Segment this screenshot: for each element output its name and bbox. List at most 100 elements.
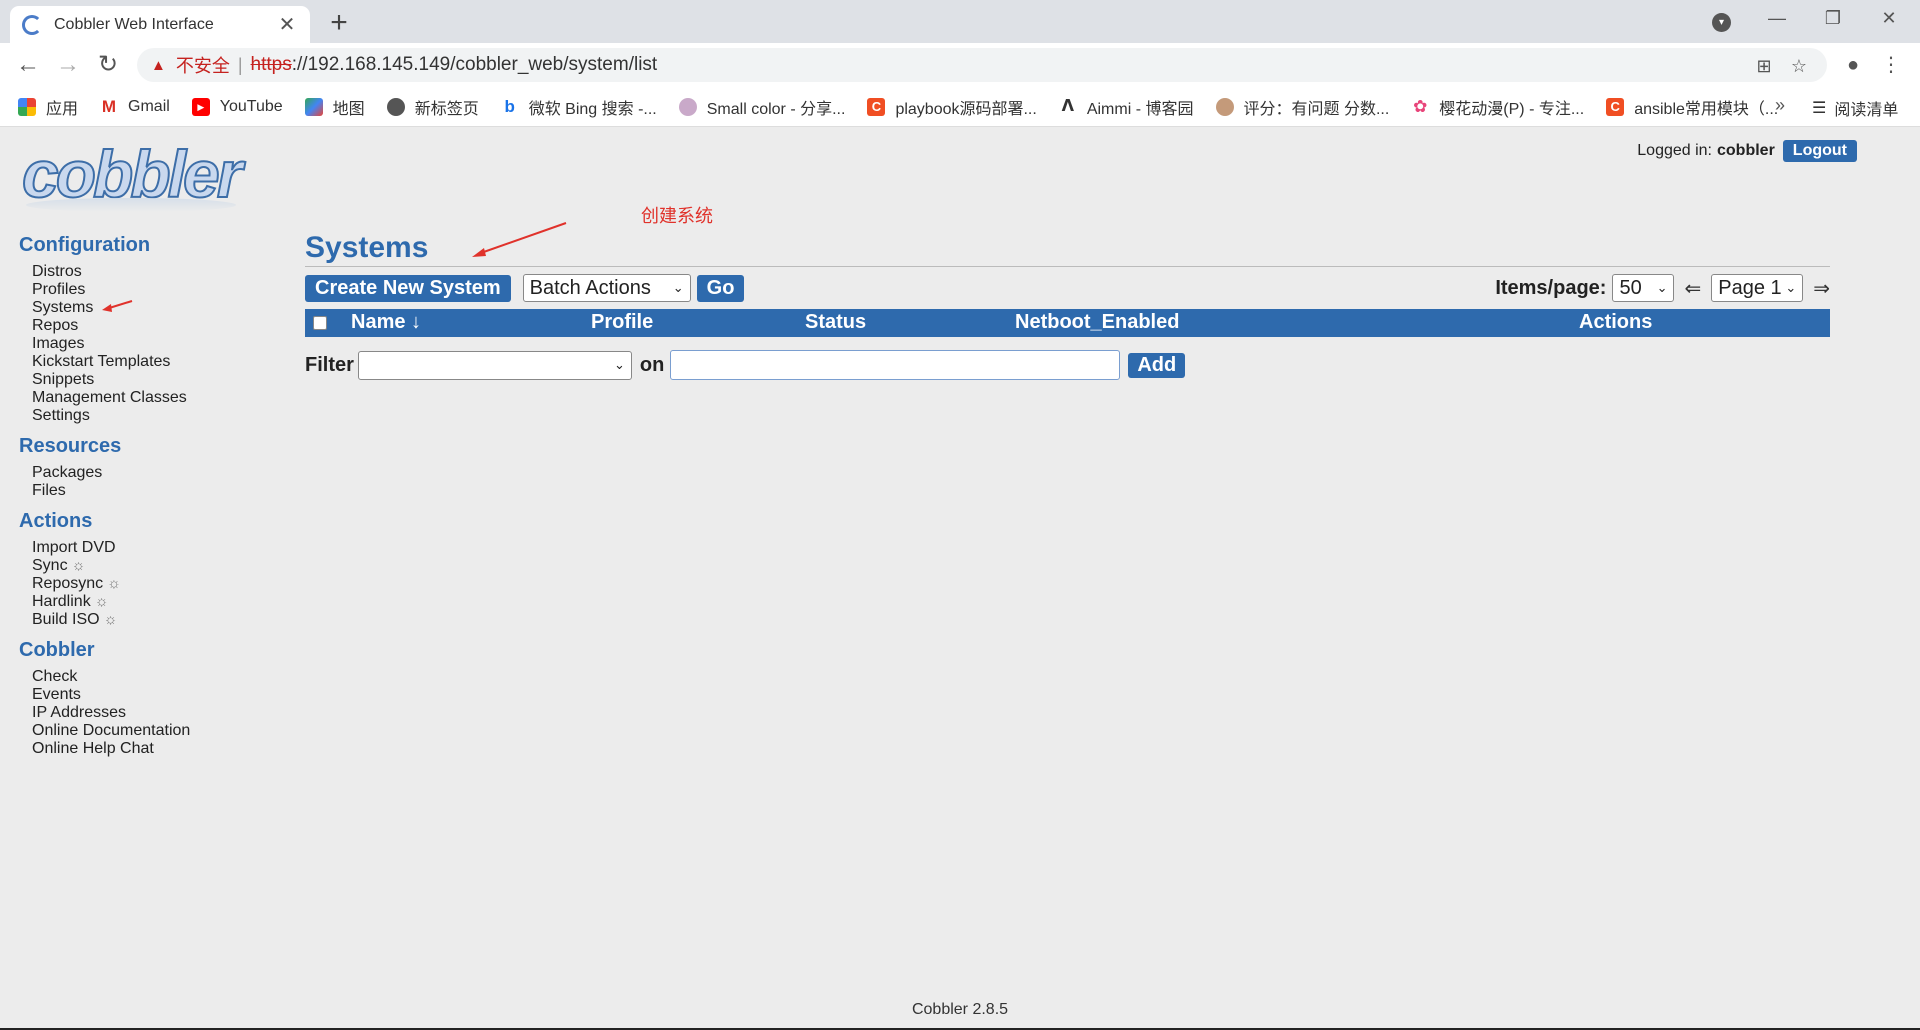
logged-in-label: Logged in: [1637,142,1712,159]
column-netboot-enabled[interactable]: Netboot_Enabled [1015,311,1179,334]
sidebar-item-label: Sync [32,557,68,574]
sidebar-item-hardlink[interactable]: Hardlink ☼ [32,593,269,611]
sidebar-item-check[interactable]: Check [32,668,269,686]
gear-icon: ☼ [94,593,109,610]
tab-title: Cobbler Web Interface [54,15,214,33]
forward-icon[interactable]: → [52,49,84,81]
column-status[interactable]: Status [805,311,866,334]
bookmark-ansible[interactable]: C ansible常用模块（... [1606,95,1778,119]
bookmark-aimmi[interactable]: ᐱ Aimmi - 博客园 [1059,95,1194,119]
bookmark-newtab[interactable]: 新标签页 [386,95,479,119]
menu-icon[interactable]: ⋮ [1875,49,1907,81]
chevron-down-icon: ⌄ [614,357,625,372]
sidebar-item-systems[interactable]: Systems [32,299,269,317]
batch-actions-value: Batch Actions [529,276,651,299]
sidebar-item-management-classes[interactable]: Management Classes [32,389,269,407]
url-scheme: https [250,54,292,75]
action-row: Create New System Batch Actions ⌄ Go Ite… [305,270,1830,306]
bookmark-bing[interactable]: b 微软 Bing 搜索 -... [501,95,657,119]
new-tab-icon[interactable]: + [322,6,356,40]
sidebar-item-online-documentation[interactable]: Online Documentation [32,722,269,740]
apps-grid-icon [18,97,36,116]
bookmark-apps[interactable]: 应用 [18,95,78,119]
bookmark-playbook[interactable]: C playbook源码部署... [867,95,1037,119]
bookmark-gmail[interactable]: M Gmail [100,97,170,116]
bookmark-label: 地图 [332,100,365,118]
next-page-icon[interactable]: ⇒ [1813,276,1830,301]
sidebar-heading-configuration: Configuration [19,234,151,256]
annotation-arrow-icon [472,222,567,257]
bookmark-smallcolor[interactable]: Small color - 分享... [678,95,845,119]
sidebar-item-sync[interactable]: Sync ☼ [32,557,269,575]
go-button[interactable]: Go [696,274,745,302]
logo-reflection [26,198,236,212]
logout-button[interactable]: Logout [1782,140,1857,162]
separator: | [237,54,243,75]
restore-icon[interactable]: ❐ [1813,8,1853,29]
sidebar-heading-resources: Resources [19,435,122,457]
bookmark-maps[interactable]: 地图 [304,95,365,119]
sidebar-item-distros[interactable]: Distros [32,263,269,281]
bookmark-sakura[interactable]: ✿ 樱花动漫(P) - 专注... [1411,95,1584,119]
sidebar-item-files[interactable]: Files [32,482,269,500]
sidebar-item-online-help-chat[interactable]: Online Help Chat [32,740,269,758]
sidebar-item-snippets[interactable]: Snippets [32,371,269,389]
bookmark-label: Gmail [128,97,170,115]
more-bookmarks-icon[interactable]: » [1775,95,1785,116]
sidebar-item-packages[interactable]: Packages [32,464,269,482]
filter-field-select[interactable]: ⌄ [357,350,632,380]
browser-tabstrip: Cobbler Web Interface ✕ + ▾ — ❐ ✕ [0,0,1920,43]
page-select[interactable]: Page 1 ⌄ [1711,274,1804,302]
items-per-page-select[interactable]: 50 ⌄ [1612,274,1675,302]
sidebar-item-repos[interactable]: Repos [32,317,269,335]
batch-actions-select[interactable]: Batch Actions ⌄ [522,274,691,302]
profile-icon[interactable]: ● [1837,49,1869,81]
footer-version: Cobbler 2.8.5 [911,1001,1009,1018]
close-tab-icon[interactable]: ✕ [276,12,298,37]
browser-tab[interactable]: Cobbler Web Interface ✕ [10,6,310,43]
sidebar-item-ip-addresses[interactable]: IP Addresses [32,704,269,722]
sidebar-item-profiles[interactable]: Profiles [32,281,269,299]
reading-list-button[interactable]: ☰ 阅读清单 [1812,96,1898,120]
sidebar-item-events[interactable]: Events [32,686,269,704]
bing-icon: b [504,96,515,116]
prev-page-icon[interactable]: ⇐ [1684,276,1701,301]
filter-row: Filter ⌄ on Add [305,349,1830,381]
filter-label: Filter [305,353,354,376]
sidebar-item-reposync[interactable]: Reposync ☼ [32,575,269,593]
bookmark-star-icon[interactable]: ☆ [1787,56,1811,77]
sidebar-heading-actions: Actions [19,510,93,532]
page-content: cobbler Logged in: cobbler Logout Config… [0,128,1920,1030]
filter-value-input[interactable] [670,350,1121,380]
close-window-icon[interactable]: ✕ [1869,8,1909,29]
sakura-icon: ✿ [1413,96,1428,116]
bookmark-rating[interactable]: 评分：有问题 分数... [1215,95,1390,119]
select-all-checkbox[interactable] [313,316,327,330]
sidebar-item-build-iso[interactable]: Build ISO ☼ [32,611,269,629]
add-filter-button[interactable]: Add [1128,352,1186,378]
column-profile[interactable]: Profile [591,311,653,334]
bookmark-youtube[interactable]: ▶ YouTube [191,97,283,116]
bookmark-label: 评分：有问题 分数... [1243,100,1390,118]
reload-icon[interactable]: ↻ [92,49,124,81]
insecure-label[interactable]: 不安全 [176,52,230,78]
sidebar-item-label: Reposync [32,575,104,592]
sidebar-item-settings[interactable]: Settings [32,407,269,425]
sidebar-item-images[interactable]: Images [32,335,269,353]
sidebar-item-kickstart-templates[interactable]: Kickstart Templates [32,353,269,371]
bookmarks-bar: 应用 M Gmail ▶ YouTube 地图 新标签页 b 微软 Bing 搜… [0,87,1920,127]
minimize-icon[interactable]: — [1757,8,1797,29]
sidebar-item-import-dvd[interactable]: Import DVD [32,539,269,557]
title-divider [305,266,1830,267]
smallcolor-icon [678,97,697,116]
youtube-icon: ▶ [191,97,210,116]
table-header: Name ↓ Profile Status Netboot_Enabled Ac… [305,309,1830,337]
tab-search-icon[interactable]: ▾ [1712,13,1731,32]
items-per-page-label: Items/page: [1495,276,1607,299]
translate-icon[interactable]: ⊞ [1752,56,1776,77]
create-new-system-button[interactable]: Create New System [305,274,511,302]
back-icon[interactable]: ← [12,49,44,81]
address-bar[interactable]: ▲ 不安全 | https ://192.168.145.149/cobbler… [137,48,1827,82]
column-name[interactable]: Name ↓ [351,311,421,334]
page-value: Page 1 [1718,276,1782,299]
